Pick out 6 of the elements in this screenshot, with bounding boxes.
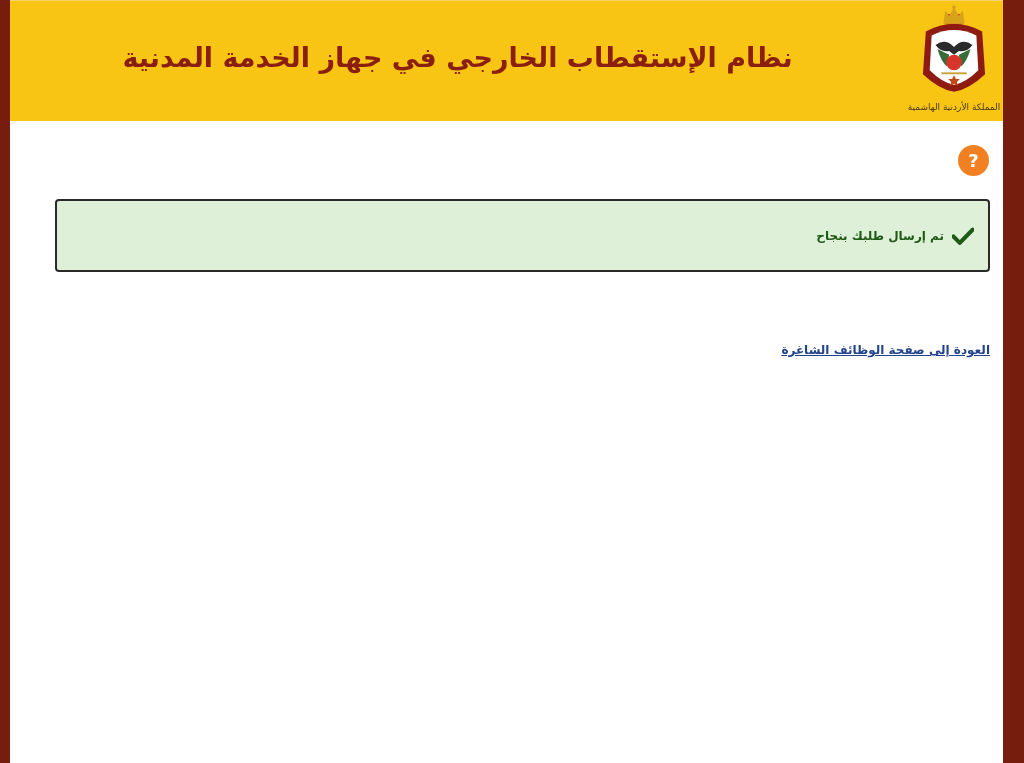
back-link[interactable]: العودة إلى صفحة الوظائف الشاغرة: [781, 343, 990, 357]
alert-message: تم إرسال طلبك بنجاح: [816, 228, 944, 243]
emblem-caption: المملكة الأردنية الهاشمية: [907, 101, 1001, 113]
checkmark-icon: [952, 226, 974, 245]
page-title: نظام الإستقطاب الخارجي في جهاز الخدمة المدنية: [122, 41, 793, 76]
coat-of-arms-icon: [920, 4, 988, 94]
